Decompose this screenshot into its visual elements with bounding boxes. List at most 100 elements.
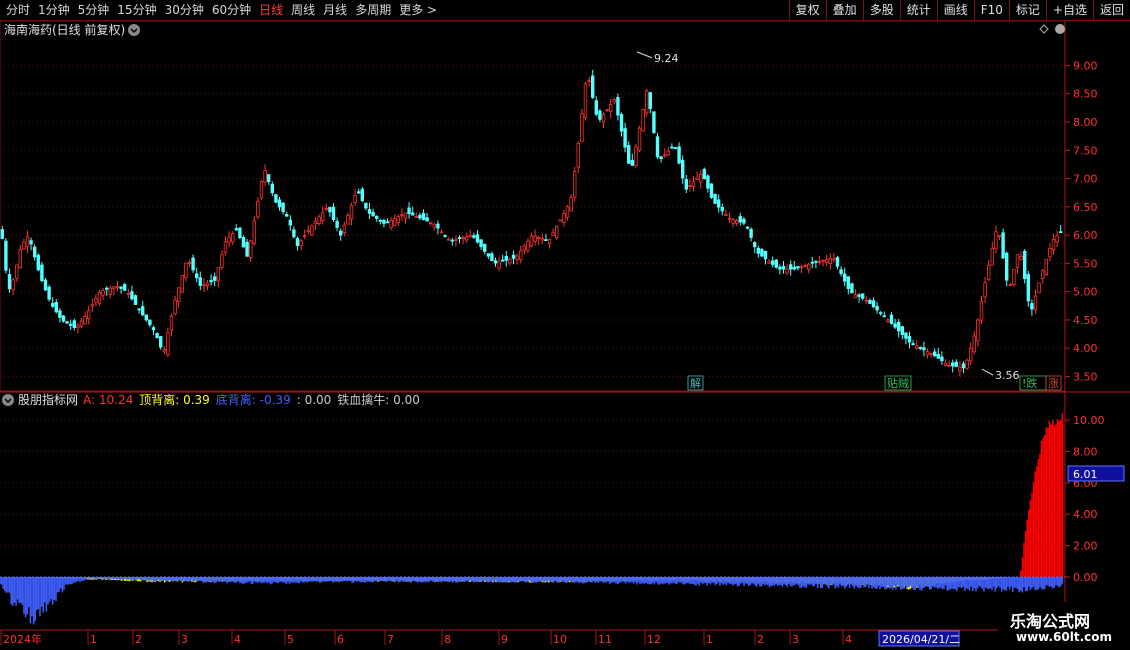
candle-body [670,146,674,149]
candle-body [861,293,865,299]
candle-body [526,240,530,251]
toggle-icon[interactable] [1055,24,1065,34]
candle-body [58,310,62,318]
candle-body [756,247,760,254]
candle-body [446,238,451,241]
candle-body [889,314,894,324]
date-label: 1 [706,633,713,646]
candle-body [972,335,976,353]
legend-item: 铁血擒牛: 0.00 [337,392,420,407]
candle-body [753,242,757,248]
candle-body [627,144,631,164]
date-label: 7 [387,633,394,646]
candle-body [922,347,926,351]
candle-body [652,111,656,134]
candle-body [349,204,354,220]
candle-body [61,315,66,322]
date-label: 8 [444,633,451,646]
candle-body [749,228,753,238]
candle-body [904,332,908,339]
candle-body [270,183,274,194]
candle-body [493,260,498,264]
candle-body [911,343,915,345]
diamond-icon[interactable] [1039,24,1049,34]
candle-body [173,299,177,315]
legend-item: 顶背离: 0.39 [139,392,210,407]
candle-body [414,216,418,218]
candle-body [101,290,105,296]
candle-body [374,215,379,219]
candle-body [274,194,278,203]
candle-body [194,273,199,279]
candle-body [997,235,1002,237]
candle-body [360,188,364,201]
candle-body [1044,259,1048,276]
candle-body [731,219,735,224]
candle-body [119,286,123,289]
candle-body [252,220,256,245]
candle-body [72,320,76,328]
candle-body [789,264,793,270]
candle-body [519,250,523,260]
candle-body [832,258,836,261]
candle-body [767,261,771,264]
candle-body [342,224,346,234]
candle-body [965,359,969,369]
candle-body [356,191,361,194]
candle-body [169,315,174,331]
candle-body [450,239,454,242]
candle-body [907,336,912,343]
indicator-dropdown-icon[interactable] [2,394,14,406]
date-label: 5 [287,633,294,646]
candle-body [79,320,84,327]
candle-body [176,287,181,303]
candle-body [954,361,958,367]
candle-body [969,347,973,362]
candle-body [551,232,555,237]
candle-body [799,266,804,269]
candle-body [306,230,310,233]
candle-body [346,214,350,225]
candle-body [601,114,606,123]
candle-body [1030,303,1034,310]
indicator-name: 股朋指标网 [18,392,78,407]
candle-body [951,362,955,367]
candle-body [295,237,300,247]
candle-body [738,216,742,223]
candle-body [1041,270,1045,279]
candle-body [529,235,534,246]
candle-body [1005,252,1009,281]
candle-body [1059,231,1063,234]
candle-body [288,219,292,226]
candle-body [958,366,962,372]
indicator-tick-label: 2.00 [1073,540,1098,553]
candle-body [918,347,922,349]
candle-body [857,294,861,297]
title-dropdown-icon[interactable] [128,24,140,36]
candle-body [961,363,966,369]
candle-body [94,298,98,303]
candle-body [47,286,51,300]
candle-body [814,260,818,263]
date-label: 1 [90,633,97,646]
candle-body [591,75,595,98]
candle-body [464,236,469,241]
candle-body [760,249,764,257]
candle-body [328,207,332,213]
candle-body [367,209,372,214]
candle-body [198,277,202,286]
candle-body [54,301,58,313]
candle-body [1051,239,1056,251]
candle-body [14,264,19,279]
candle-body [648,92,652,109]
candle-body [688,185,692,187]
candle-body [263,170,267,183]
candle-body [396,216,400,224]
candle-body [18,249,22,269]
candle-body [500,259,505,262]
candle-body [490,253,494,262]
price-tick-label: 8.00 [1073,116,1098,129]
candle-body [108,287,112,295]
cursor-value: 6.01 [1073,468,1098,481]
chart-canvas[interactable]: 海南海药(日线 前复权) 9.00 8.50 8.00 7.50 7.00 6.50 6.0… [0,0,1130,650]
